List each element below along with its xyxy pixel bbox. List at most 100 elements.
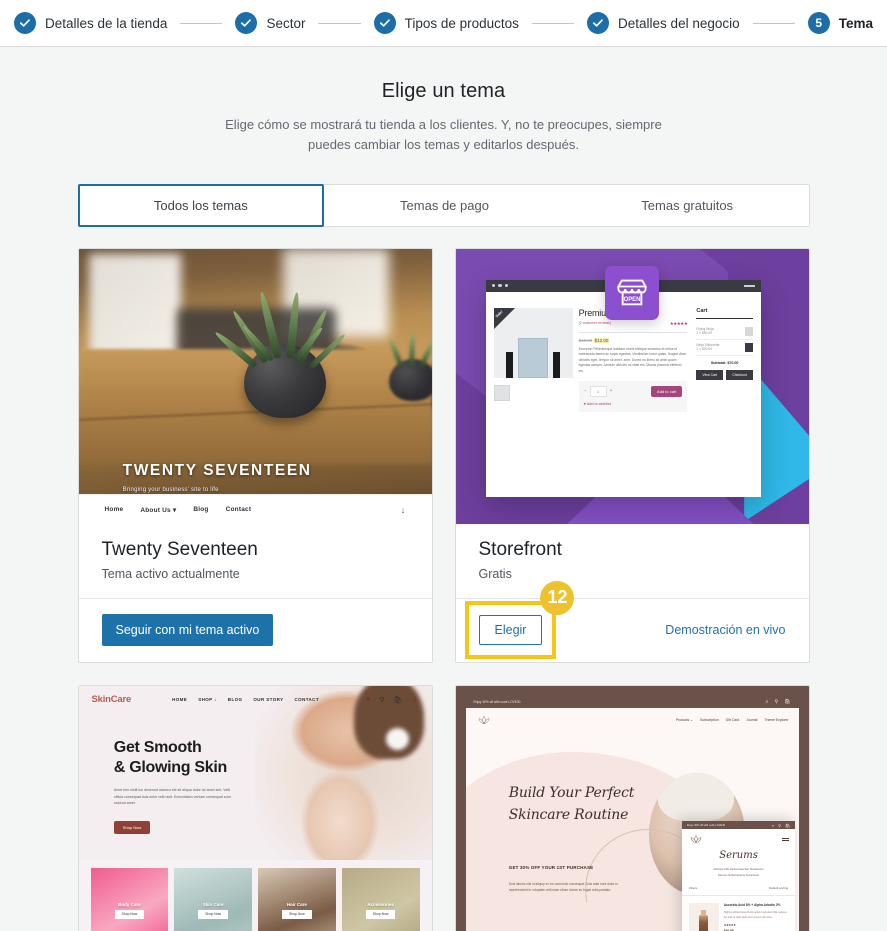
preview-logo: SkinCare: [91, 694, 132, 706]
theme-chooser-page: Elige un tema Elige cómo se mostrará tu …: [0, 47, 887, 931]
preview-hero-title: Build Your Perfect Skincare Routine: [508, 784, 635, 823]
preview-category-card: Accessories Shop Now: [341, 867, 420, 931]
step-separator: [752, 22, 795, 24]
annotation-step-badge: 12: [540, 580, 575, 615]
preview-cart-item: Ninja Silhouette 1 × $20.00: [696, 340, 753, 356]
search-icon: ⌕: [765, 699, 769, 706]
preview-cart-title: Cart: [696, 307, 708, 314]
step-detalles-del-negocio[interactable]: Detalles del negocio: [587, 12, 740, 34]
theme-preview-image[interactable]: SkinCare HOME SHOP ↓ BLOG OUR STORY CONT…: [78, 686, 432, 931]
preview-product-image: Sale!: [493, 307, 573, 378]
preview-nav-products: Products ⌄: [675, 718, 693, 723]
t17-photo: [78, 249, 432, 495]
preview-mobile-sorting: Default sorting: [768, 885, 789, 890]
preview-nav-blog: BLOG: [227, 697, 243, 703]
page-title: Elige un tema: [381, 80, 506, 102]
theme-name: Twenty Seventeen: [101, 539, 258, 561]
check-icon: [373, 12, 396, 34]
plant-pot: [213, 291, 348, 419]
preview-checkout-button: Checkout: [726, 369, 753, 380]
preview-review-count: (2 customer reviews): [578, 320, 612, 325]
step-label: Tema: [838, 15, 873, 31]
tab-temas-de-pago[interactable]: Temas de pago: [323, 185, 566, 227]
account-icon: ⚲: [379, 696, 385, 704]
onboarding-step-header: Detalles de la tienda Sector Tipos de pr…: [0, 0, 887, 47]
step-sector[interactable]: Sector: [235, 12, 305, 34]
theme-meta: Storefront Gratis: [455, 524, 809, 600]
preview-mobile-product-stars: ★★★★★: [723, 923, 736, 928]
preview-wishlist-link: ♥ Add to wishlist: [583, 401, 611, 406]
step-separator: [318, 22, 361, 24]
svg-text:OPEN: OPEN: [624, 297, 641, 303]
step-label: Tipos de productos: [404, 15, 519, 31]
theme-status: Tema activo actualmente: [101, 567, 240, 582]
preview-nav-subscription: Subscription: [700, 718, 719, 723]
account-icon: ⚲: [774, 699, 779, 706]
preview-mobile-filters: Filters: [688, 885, 698, 890]
preview-nav-our-story: OUR STORY: [253, 697, 284, 703]
theme-card-storefront: Sale! Premium Quality (2 cus: [454, 248, 810, 664]
theme-meta: Twenty Seventeen Tema activo actualmente: [78, 524, 432, 600]
theme-actions: Seguir con mi tema activo: [79, 599, 432, 662]
preview-nav-home: HOME: [172, 697, 188, 703]
preview-mobile-mockup: Enjoy 30% off with code LOVE30 ⌕ ⚲ 🛍 Ser…: [681, 821, 796, 931]
theme-card-skincare-routine: Enjoy 30% off with code LOVE30 ⌕ ⚲ 🛍 Pro…: [454, 685, 810, 931]
live-demo-link[interactable]: Demostración en vivo: [665, 623, 785, 637]
preview-hero-title: TWENTY SEVENTEEN: [122, 462, 312, 480]
theme-preview-image[interactable]: Enjoy 30% off with code LOVE30 ⌕ ⚲ 🛍 Pro…: [455, 686, 809, 931]
cart-icon: 🛍: [393, 696, 403, 704]
preview-shop-now-button: Shop Now: [113, 821, 151, 835]
preview-nav-shop: SHOP ↓: [198, 697, 217, 703]
page-description: Elige cómo se mostrará tu tienda a los c…: [225, 117, 662, 153]
preview-nav-about: About Us ▾: [140, 506, 177, 514]
preview-nav-blog: Blog: [193, 506, 209, 514]
preview-view-cart-button: View Cart: [696, 369, 724, 380]
step-separator: [531, 22, 575, 24]
preview-hero-title: Get Smooth & Glowing Skin: [113, 739, 227, 777]
theme-filter-tabs: Todos los temas Temas de pago Temas grat…: [77, 184, 810, 228]
preview-nav: Products ⌄ Subscription Gift Card Journa…: [466, 708, 799, 725]
step-separator: [180, 22, 223, 24]
choose-theme-button[interactable]: Elegir: [478, 614, 543, 645]
hamburger-menu-icon: [782, 836, 790, 842]
preview-hero-tagline: Bringing your business' site to life: [122, 486, 219, 493]
preview-category-cards: Body Care Shop Now Skin Care Shop Now Ha…: [79, 860, 432, 931]
preview-nav-contact: CONTACT: [294, 697, 319, 703]
preview-nav-contact: Contact: [225, 506, 252, 514]
preview-hero-subtitle: GET 30% OFF YOUR 1ST PURCHASE: [508, 864, 594, 870]
preview-category-card: Body Care Shop Now: [90, 867, 169, 931]
step-label: Sector: [266, 15, 306, 31]
step-detalles-de-la-tienda[interactable]: Detalles de la tienda: [14, 12, 167, 34]
theme-preview-image[interactable]: TWENTY SEVENTEEN Bringing your business'…: [78, 249, 432, 525]
preview-price-old: $40.00: [578, 337, 593, 343]
search-icon: ⌕: [366, 695, 371, 703]
step-tipos-de-productos[interactable]: Tipos de productos: [373, 12, 519, 34]
check-icon: [14, 12, 36, 34]
step-tema[interactable]: 5 Tema: [807, 12, 873, 34]
preview-hero-paragraph: Amet irrin nisllt isn deserunt utamco es…: [113, 787, 231, 806]
preview-hero-paragraph: Duis laboris nisi ut aliquip ex ea commo…: [508, 882, 618, 893]
account-icon: ⚲: [778, 822, 782, 828]
search-icon: ⌕: [771, 822, 775, 828]
preview-nav-journal: Journal: [746, 718, 758, 723]
preview-mobile-product-name: Ascorbic Acid 8% + Alpha Arbutin 2%: [723, 902, 781, 907]
preview-category-card: Skin Care Shop Now: [174, 867, 252, 931]
preview-mobile-title: Serums: [719, 850, 758, 862]
check-icon: [235, 12, 258, 34]
tab-temas-gratuitos[interactable]: Temas gratuitos: [565, 185, 809, 227]
menu-dots-icon: ⋮: [411, 696, 419, 704]
theme-grid: TWENTY SEVENTEEN Bringing your business'…: [77, 248, 810, 931]
scroll-down-icon: ↓: [400, 504, 406, 515]
preview-mobile-categories: All Face Oils Facial Cleanser Moisturize…: [713, 867, 764, 878]
preview-cart-subtotal: Subtotal: $70.00: [710, 360, 739, 365]
step-number-badge: 5: [807, 12, 830, 34]
qty-minus-icon: −: [583, 388, 587, 394]
preview-mobile-product-desc: Highly-purified biosynthetic active ingr…: [723, 911, 787, 919]
lotus-logo-icon: [478, 716, 489, 725]
theme-preview-image[interactable]: Sale! Premium Quality (2 cus: [455, 249, 809, 525]
preview-nav: SkinCare HOME SHOP ↓ BLOG OUR STORY CONT…: [79, 686, 432, 705]
theme-card-skincare: SkinCare HOME SHOP ↓ BLOG OUR STORY CONT…: [77, 685, 433, 931]
preview-product-description: Excepturi Pellentesque habitant morbi tr…: [578, 346, 687, 373]
tab-todos-los-temas[interactable]: Todos los temas: [77, 184, 325, 228]
keep-active-theme-button[interactable]: Seguir con mi tema activo: [101, 613, 274, 646]
